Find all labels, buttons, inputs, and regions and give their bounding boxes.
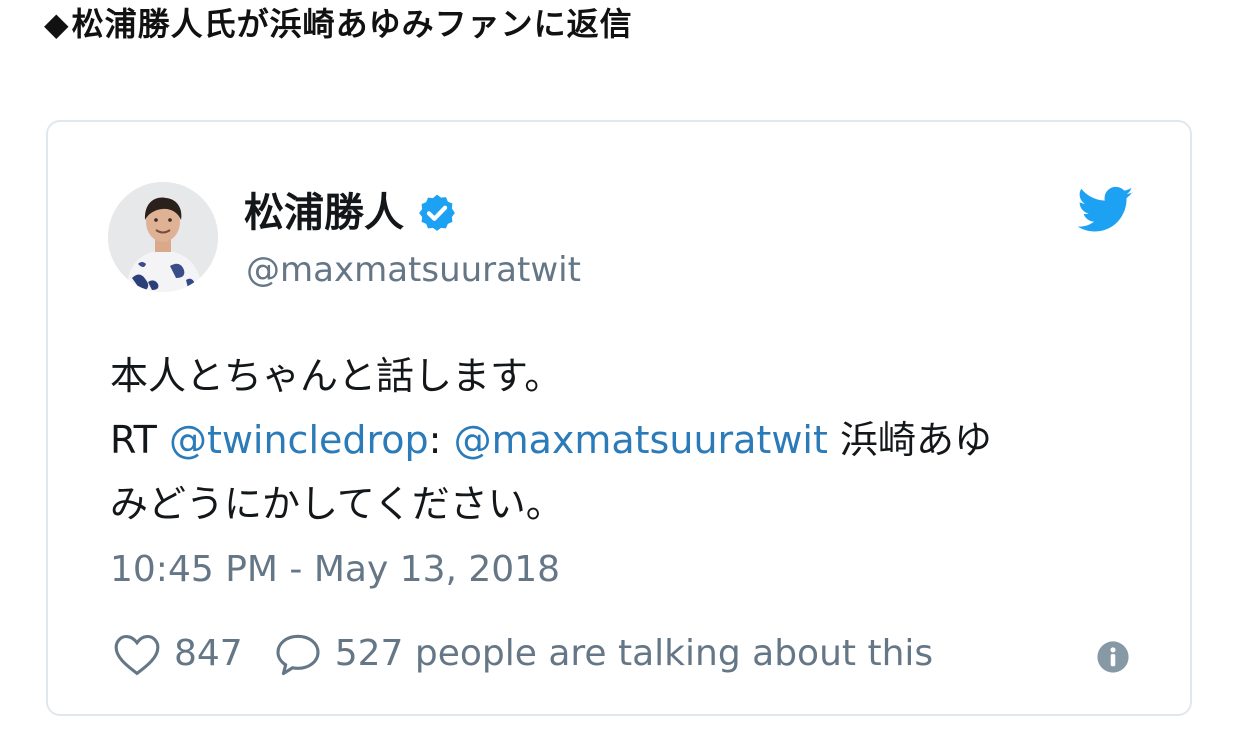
mention-link-twincledrop[interactable]: @twincledrop [169,418,429,462]
avatar-photo-icon [108,182,218,292]
tweet-text-line-3: みどうにかしてください。 [110,482,564,526]
rt-colon: : [428,418,454,462]
embedded-tweet-card[interactable]: 松浦勝人 @maxmatsuuratwit 本人とちゃんと話します。 RT @t… [46,120,1192,716]
article-headline: ◆ 松浦勝人氏が浜崎あゆみファンに返信 [44,2,633,46]
rt-prefix: RT [110,418,169,462]
author-name[interactable]: 松浦勝人 [244,188,404,238]
tweet-actions: 847 527 people are talking about this [112,626,933,682]
headline-text: 松浦勝人氏が浜崎あゆみファンに返信 [71,5,633,43]
like-count[interactable]: 847 [174,626,243,682]
tweet-timestamp[interactable]: 10:45 PM - May 13, 2018 [110,542,560,598]
avatar[interactable] [108,182,218,292]
tweet-text: 本人とちゃんと話します。 RT @twincledrop: @maxmatsuu… [110,344,1150,536]
headline-marker: ◆ [44,5,70,43]
mention-link-maxmatsuuratwit[interactable]: @maxmatsuuratwit [454,418,828,462]
heart-icon[interactable] [112,631,162,677]
author-handle[interactable]: @maxmatsuuratwit [246,248,581,292]
author-row: 松浦勝人 [244,188,458,238]
verified-badge-icon [419,194,455,231]
tweet-text-line-1: 本人とちゃんと話します。 [110,354,563,398]
speech-bubble-icon[interactable] [273,631,323,677]
twitter-bird-icon[interactable] [1078,186,1134,234]
tweet-text-line-2: RT @twincledrop: @maxmatsuuratwit 浜崎あゆ [110,408,1150,472]
info-icon[interactable] [1096,640,1130,674]
reply-count-text[interactable]: 527 people are talking about this [335,626,933,682]
rt-text-a: 浜崎あゆ [827,418,992,462]
